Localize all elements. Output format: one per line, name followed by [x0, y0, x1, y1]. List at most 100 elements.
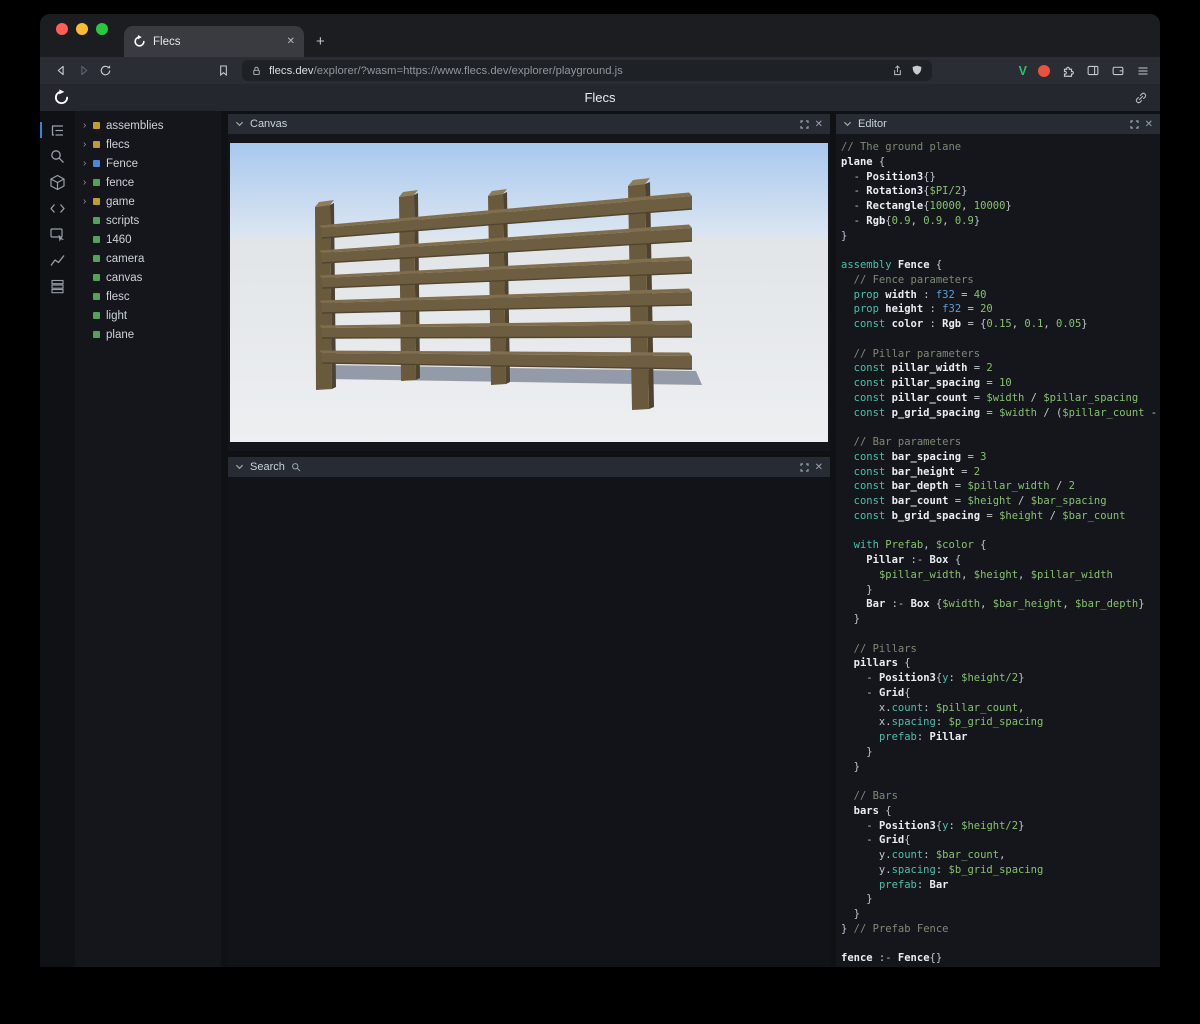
code-line[interactable] [841, 524, 1160, 539]
sidebar-search-button[interactable] [40, 143, 75, 169]
tree-item-fence[interactable]: ›fence [75, 173, 221, 192]
reload-button[interactable] [94, 64, 116, 77]
tab-close-icon[interactable]: ✕ [287, 36, 295, 47]
menu-hamburger-icon[interactable] [1136, 65, 1150, 77]
tree-item-flecs[interactable]: ›flecs [75, 135, 221, 154]
code-line[interactable]: // Fence parameters [841, 273, 1160, 288]
close-panel-icon[interactable]: ✕ [815, 119, 823, 130]
code-line[interactable] [841, 774, 1160, 789]
code-line[interactable]: const p_grid_spacing = $width / ($pillar… [841, 406, 1160, 421]
code-line[interactable]: } [841, 892, 1160, 907]
code-line[interactable]: // Bar parameters [841, 435, 1160, 450]
code-line[interactable]: x.count: $pillar_count, [841, 701, 1160, 716]
close-window-button[interactable] [56, 23, 68, 35]
code-line[interactable]: // Bars [841, 789, 1160, 804]
share-link-icon[interactable] [1134, 91, 1148, 105]
code-line[interactable]: } [841, 745, 1160, 760]
code-line[interactable]: const pillar_width = 2 [841, 361, 1160, 376]
code-line[interactable]: - Rotation3{$PI/2} [841, 184, 1160, 199]
code-line[interactable]: } [841, 612, 1160, 627]
code-line[interactable]: fence :- Fence{} [841, 951, 1160, 966]
close-panel-icon[interactable]: ✕ [815, 462, 823, 473]
bookmark-button[interactable] [212, 64, 234, 77]
code-line[interactable]: - Position3{y: $height/2} [841, 819, 1160, 834]
code-line[interactable]: const pillar_spacing = 10 [841, 376, 1160, 391]
code-line[interactable]: // Pillar parameters [841, 347, 1160, 362]
code-line[interactable] [841, 420, 1160, 435]
sidebar-code-button[interactable] [40, 195, 75, 221]
code-line[interactable]: const bar_depth = $pillar_width / 2 [841, 479, 1160, 494]
tree-item-flesc[interactable]: flesc [75, 287, 221, 306]
back-button[interactable] [50, 64, 72, 77]
browser-tab[interactable]: Flecs ✕ [124, 26, 304, 57]
wallet-icon[interactable] [1111, 64, 1125, 77]
code-line[interactable]: pillars { [841, 656, 1160, 671]
code-line[interactable]: x.spacing: $p_grid_spacing [841, 715, 1160, 730]
code-line[interactable]: - Position3{} [841, 170, 1160, 185]
zoom-window-button[interactable] [96, 23, 108, 35]
tree-item-scripts[interactable]: scripts [75, 211, 221, 230]
code-line[interactable]: const bar_height = 2 [841, 465, 1160, 480]
code-line[interactable]: } [841, 907, 1160, 922]
code-line[interactable]: const b_grid_spacing = $height / $bar_co… [841, 509, 1160, 524]
code-line[interactable]: const pillar_count = $width / $pillar_sp… [841, 391, 1160, 406]
sidebar-inspect-button[interactable] [40, 221, 75, 247]
expand-arrow-icon[interactable]: › [83, 140, 93, 150]
code-line[interactable]: } [841, 583, 1160, 598]
code-line[interactable]: $pillar_width, $height, $pillar_width [841, 568, 1160, 583]
code-line[interactable]: // The ground plane [841, 140, 1160, 155]
code-line[interactable]: y.spacing: $b_grid_spacing [841, 863, 1160, 878]
code-line[interactable]: - Position3{y: $height/2} [841, 671, 1160, 686]
code-line[interactable]: const bar_count = $height / $bar_spacing [841, 494, 1160, 509]
collapse-chevron-icon[interactable] [235, 120, 244, 128]
minimize-window-button[interactable] [76, 23, 88, 35]
code-line[interactable]: // Pillars [841, 642, 1160, 657]
tree-item-camera[interactable]: camera [75, 249, 221, 268]
code-line[interactable]: - Grid{ [841, 833, 1160, 848]
share-icon[interactable] [891, 64, 904, 77]
sidebar-stats-button[interactable] [40, 247, 75, 273]
extensions-puzzle-icon[interactable] [1061, 64, 1075, 78]
extension-v-button[interactable]: V [1019, 64, 1027, 78]
code-line[interactable]: prefab: Pillar [841, 730, 1160, 745]
code-line[interactable]: bars { [841, 804, 1160, 819]
code-line[interactable]: Pillar :- Box { [841, 553, 1160, 568]
code-line[interactable]: prop height : f32 = 20 [841, 302, 1160, 317]
expand-panel-icon[interactable] [800, 463, 809, 472]
expand-panel-icon[interactable] [1130, 120, 1139, 129]
forward-button[interactable] [72, 64, 94, 77]
expand-arrow-icon[interactable]: › [83, 197, 93, 207]
code-line[interactable] [841, 937, 1160, 952]
tree-item-Fence[interactable]: ›Fence [75, 154, 221, 173]
tree-item-assemblies[interactable]: ›assemblies [75, 116, 221, 135]
collapse-chevron-icon[interactable] [235, 463, 244, 471]
search-panel-body[interactable] [228, 477, 830, 967]
code-line[interactable]: with Prefab, $color { [841, 538, 1160, 553]
expand-arrow-icon[interactable]: › [83, 159, 93, 169]
expand-arrow-icon[interactable]: › [83, 178, 93, 188]
code-line[interactable] [841, 627, 1160, 642]
close-panel-icon[interactable]: ✕ [1145, 119, 1153, 130]
collapse-chevron-icon[interactable] [843, 120, 852, 128]
code-line[interactable]: assembly Fence { [841, 258, 1160, 273]
tree-item-game[interactable]: ›game [75, 192, 221, 211]
code-line[interactable]: - Rectangle{10000, 10000} [841, 199, 1160, 214]
code-line[interactable]: prefab: Bar [841, 878, 1160, 893]
code-line[interactable]: } [841, 229, 1160, 244]
editor-panel-body[interactable]: // The ground planeplane { - Position3{}… [836, 134, 1160, 967]
code-line[interactable]: } // Prefab Fence [841, 922, 1160, 937]
expand-arrow-icon[interactable]: › [83, 121, 93, 131]
extension-red-button[interactable] [1038, 65, 1050, 77]
code-line[interactable]: plane { [841, 155, 1160, 170]
tree-item-plane[interactable]: plane [75, 325, 221, 344]
code-line[interactable]: const bar_spacing = 3 [841, 450, 1160, 465]
editor-code[interactable]: // The ground planeplane { - Position3{}… [841, 140, 1160, 966]
sidebar-toggle-icon[interactable] [1086, 64, 1100, 77]
code-line[interactable]: - Grid{ [841, 686, 1160, 701]
expand-panel-icon[interactable] [800, 120, 809, 129]
code-line[interactable] [841, 332, 1160, 347]
code-line[interactable]: - Rgb{0.9, 0.9, 0.9} [841, 214, 1160, 229]
tree-item-light[interactable]: light [75, 306, 221, 325]
code-line[interactable]: prop width : f32 = 40 [841, 288, 1160, 303]
url-bar[interactable]: flecs.dev/explorer/?wasm=https://www.fle… [242, 60, 932, 81]
